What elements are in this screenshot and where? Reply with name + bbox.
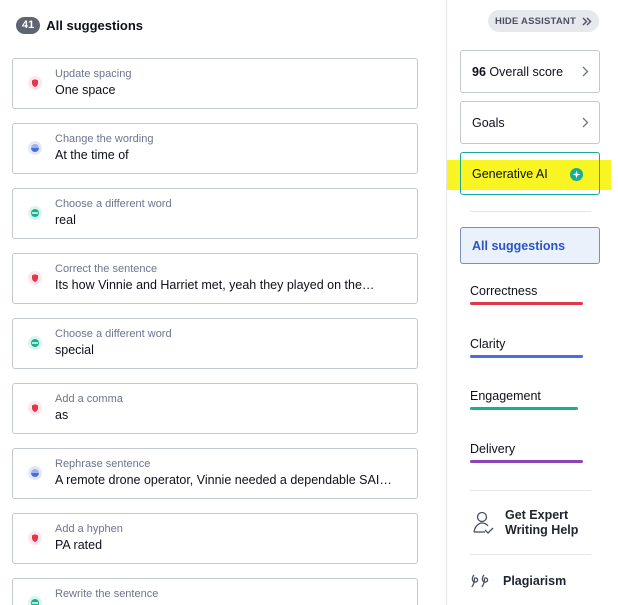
suggestion-text: Its how Vinnie and Harriet met, yeah the… [55, 278, 375, 292]
suggestion-text: A remote drone operator, Vinnie needed a… [55, 473, 395, 487]
section-separator [470, 211, 591, 212]
generative-ai-button[interactable]: Generative AI [460, 152, 600, 195]
correctness-bar [470, 302, 583, 305]
chevron-right-icon [582, 117, 589, 128]
clarity-bar [470, 355, 583, 358]
overall-score-value: 96 [472, 64, 486, 79]
overall-score-card[interactable]: 96 Overall score [460, 50, 600, 93]
suggestion-card[interactable]: Add a comma as [12, 383, 418, 434]
section-separator [470, 554, 591, 555]
suggestion-text: special [55, 343, 94, 357]
correctness-icon [28, 76, 42, 90]
suggestion-card[interactable]: Update spacing One space [12, 58, 418, 109]
chevron-right-icon [582, 66, 589, 77]
suggestion-text: as [55, 408, 69, 422]
generative-ai-label: Generative AI [472, 166, 548, 181]
category-label: Correctness [470, 284, 538, 298]
suggestion-text: real [55, 213, 76, 227]
hide-assistant-label: HIDE ASSISTANT [495, 15, 576, 27]
clarity-icon [28, 141, 42, 155]
engagement-bar [470, 407, 578, 410]
all-suggestions-label: All suggestions [472, 238, 566, 253]
assistant-sidebar: HIDE ASSISTANT 96 Overall score Goals Ge… [447, 0, 618, 605]
correctness-icon [28, 531, 42, 545]
overall-score-label: Overall score [489, 64, 564, 79]
suggestion-category: Add a comma [55, 393, 123, 405]
engagement-icon [28, 336, 42, 350]
sparkle-icon [570, 168, 583, 181]
correctness-icon [28, 401, 42, 415]
category-clarity[interactable]: Clarity [470, 335, 590, 358]
suggestion-card[interactable]: Rewrite the sentence [12, 578, 418, 605]
suggestion-category: Rephrase sentence [55, 458, 151, 470]
suggestions-panel: 41 All suggestions Update spacing One sp… [0, 0, 446, 605]
suggestion-category: Choose a different word [55, 198, 172, 210]
suggestion-text: At the time of [55, 148, 129, 162]
category-delivery[interactable]: Delivery [470, 440, 590, 463]
suggestion-text: One space [55, 83, 116, 97]
goals-label: Goals [472, 115, 505, 130]
delivery-bar [470, 460, 583, 463]
hide-assistant-button[interactable]: HIDE ASSISTANT [488, 10, 599, 32]
person-icon [473, 511, 494, 534]
suggestion-category: Update spacing [55, 68, 132, 80]
suggestion-category: Add a hyphen [55, 523, 123, 535]
clarity-icon [28, 466, 42, 480]
expert-line-2: Writing Help [505, 523, 579, 537]
correctness-icon [28, 271, 42, 285]
category-label: Clarity [470, 337, 506, 351]
section-separator [470, 490, 591, 491]
suggestion-card[interactable]: Choose a different word special [12, 318, 418, 369]
suggestion-card[interactable]: Choose a different word real [12, 188, 418, 239]
expert-line-1: Get Expert [505, 508, 569, 522]
suggestion-category: Rewrite the sentence [55, 588, 159, 600]
plagiarism-link[interactable]: Plagiarism [471, 573, 566, 589]
suggestion-card[interactable]: Correct the sentence Its how Vinnie and … [12, 253, 418, 304]
suggestion-category: Choose a different word [55, 328, 172, 340]
suggestion-card[interactable]: Add a hyphen PA rated [12, 513, 418, 564]
category-label: Engagement [470, 389, 541, 403]
suggestion-count-badge: 41 [16, 17, 41, 34]
expert-writing-help-link[interactable]: Get Expert Writing Help [471, 508, 578, 538]
suggestions-header: 41 All suggestions [16, 17, 143, 34]
goals-card[interactable]: Goals [460, 101, 600, 144]
category-label: Delivery [470, 442, 516, 456]
suggestion-card[interactable]: Change the wording At the time of [12, 123, 418, 174]
double-chevron-right-icon [582, 17, 592, 25]
engagement-icon [28, 596, 42, 605]
quote-icon [471, 574, 489, 588]
all-suggestions-tab[interactable]: All suggestions [460, 227, 600, 264]
engagement-icon [28, 206, 42, 220]
category-engagement[interactable]: Engagement [470, 387, 590, 410]
suggestion-text: PA rated [55, 538, 103, 552]
suggestions-title: All suggestions [46, 18, 144, 33]
plagiarism-label: Plagiarism [503, 574, 567, 588]
suggestion-category: Change the wording [55, 133, 154, 145]
suggestion-card[interactable]: Rephrase sentence A remote drone operato… [12, 448, 418, 499]
suggestion-category: Correct the sentence [55, 263, 158, 275]
category-correctness[interactable]: Correctness [470, 282, 590, 305]
